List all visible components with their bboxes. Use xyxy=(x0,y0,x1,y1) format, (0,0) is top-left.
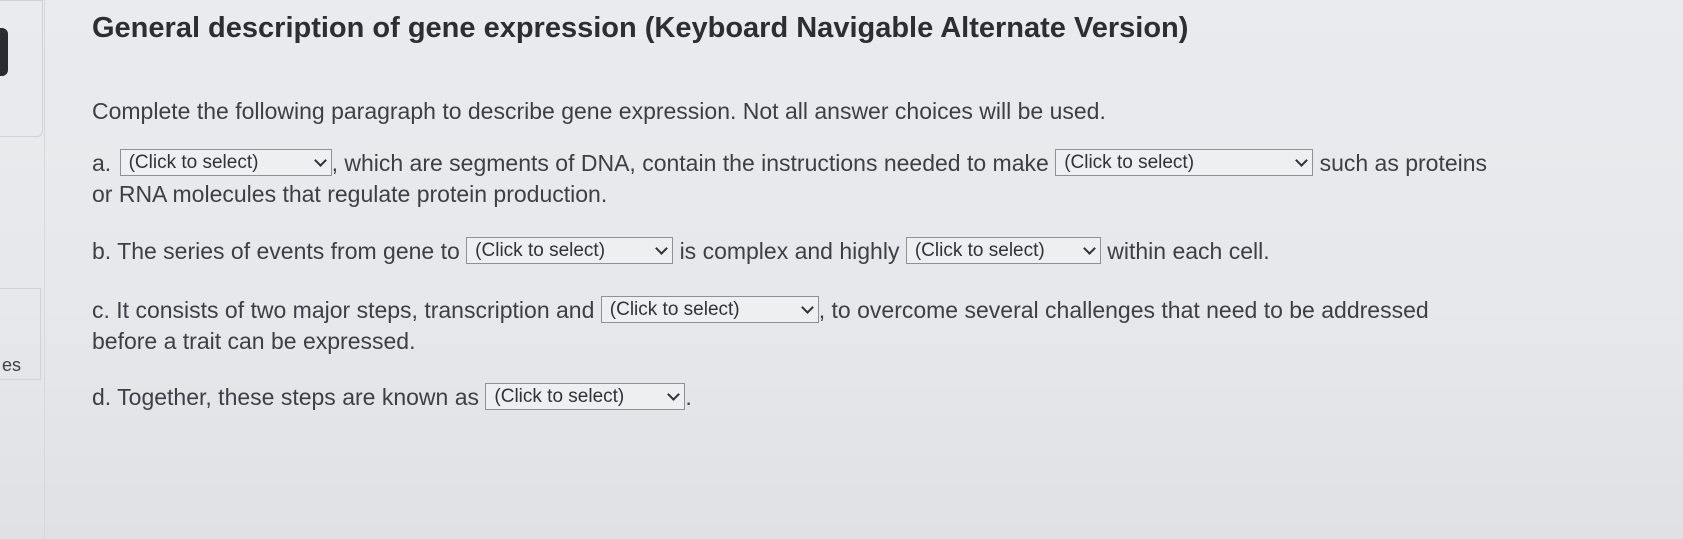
select-d1-dropdown[interactable]: (Click to select) xyxy=(485,383,686,411)
item-c-text1: , to overcome several challenges that ne… xyxy=(818,297,1429,323)
item-b-text1: is complex and highly xyxy=(679,238,900,264)
chevron-down-icon xyxy=(655,242,669,255)
instructions-text: Complete the following paragraph to desc… xyxy=(92,98,1106,124)
select-a2-dropdown[interactable]: (Click to select) xyxy=(1055,149,1314,177)
select-a1-dropdown[interactable]: (Click to select) xyxy=(119,149,332,177)
item-c: c. It consists of two major steps, trans… xyxy=(92,295,1429,357)
select-b2-label: (Click to select) xyxy=(914,240,1045,262)
chevron-down-icon xyxy=(1082,242,1096,255)
chevron-down-icon xyxy=(800,301,814,314)
chevron-down-icon xyxy=(667,388,681,401)
item-a-text1: , which are segments of DNA, contain the… xyxy=(331,150,1049,176)
left-sidebar-strip: es xyxy=(0,0,45,539)
select-b1-label: (Click to select) xyxy=(475,240,606,262)
select-c1-label: (Click to select) xyxy=(609,299,740,321)
sidebar-partial-label: es xyxy=(2,355,22,375)
item-d-prefix: d. Together, these steps are known as xyxy=(92,384,479,410)
chevron-down-icon xyxy=(1295,154,1309,167)
item-a: a. (Click to select) , which are segments… xyxy=(92,148,1487,210)
sidebar-tab-handle[interactable] xyxy=(0,28,8,76)
select-b2-dropdown[interactable]: (Click to select) xyxy=(905,237,1101,265)
select-d1-label: (Click to select) xyxy=(494,386,625,408)
item-b-text2: within each cell. xyxy=(1107,238,1270,264)
select-b1-dropdown[interactable]: (Click to select) xyxy=(466,237,674,265)
item-c-text2: before a trait can be expressed. xyxy=(92,328,416,354)
page-title: General description of gene expression (… xyxy=(92,12,1189,44)
select-c1-dropdown[interactable]: (Click to select) xyxy=(600,296,819,324)
select-a2-label: (Click to select) xyxy=(1064,152,1195,174)
item-d-text1: . xyxy=(685,384,692,410)
item-a-text2: such as proteins xyxy=(1319,150,1488,176)
item-a-prefix: a. xyxy=(92,150,112,176)
chevron-down-icon xyxy=(313,154,327,167)
item-b: b. The series of events from gene to (Cl… xyxy=(92,236,1270,267)
item-b-prefix: b. The series of events from gene to xyxy=(92,238,460,264)
item-a-text3: or RNA molecules that regulate protein p… xyxy=(92,181,608,207)
select-a1-label: (Click to select) xyxy=(128,152,259,174)
item-d: d. Together, these steps are known as (C… xyxy=(92,382,692,413)
item-c-prefix: c. It consists of two major steps, trans… xyxy=(92,297,595,323)
